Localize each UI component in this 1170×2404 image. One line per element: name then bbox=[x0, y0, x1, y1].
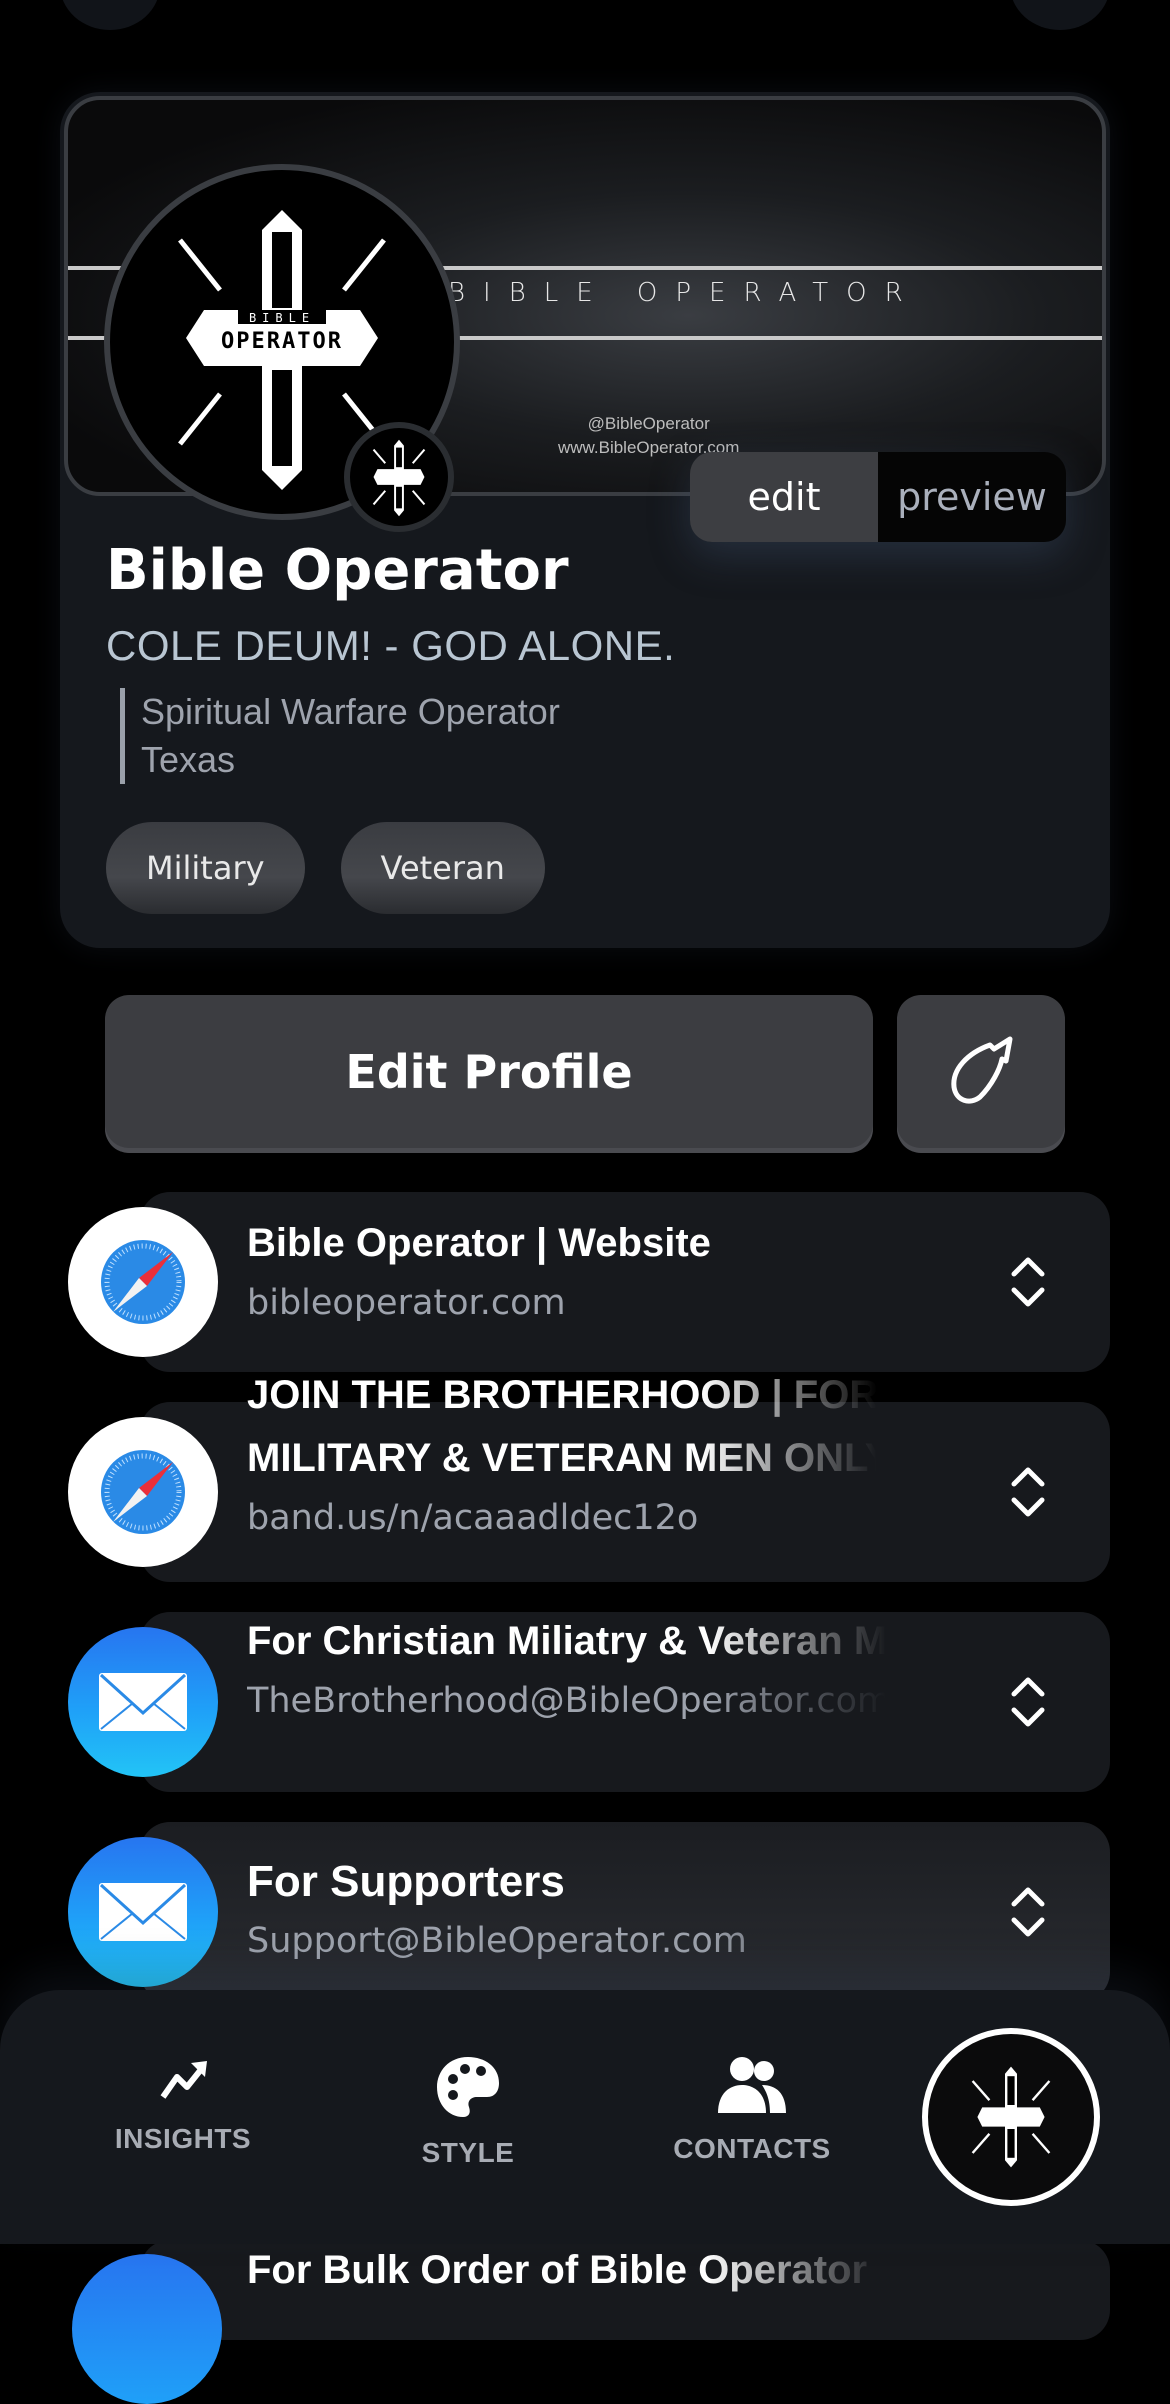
preview-tab[interactable]: preview bbox=[878, 452, 1066, 542]
theme-button[interactable] bbox=[897, 995, 1065, 1148]
reorder-chevrons-icon[interactable] bbox=[1008, 1672, 1048, 1732]
svg-text:OPERATOR: OPERATOR bbox=[221, 329, 343, 354]
edit-profile-button[interactable]: Edit Profile bbox=[105, 995, 873, 1148]
nav-style-label: STYLE bbox=[421, 2137, 515, 2168]
reorder-chevrons-icon[interactable] bbox=[1008, 1882, 1048, 1942]
profile-name: Bible Operator bbox=[106, 538, 569, 603]
leaf-icon bbox=[951, 1036, 1013, 1104]
banner-handle-text: @BibleOperator bbox=[587, 414, 710, 433]
edit-preview-toggle: edit preview bbox=[690, 452, 1066, 542]
mail-icon bbox=[68, 1837, 218, 1987]
safari-icon bbox=[68, 1207, 218, 1357]
link-url: Support@BibleOperator.com bbox=[247, 1921, 747, 1961]
safari-icon bbox=[68, 1417, 218, 1567]
scroll-ghost-left bbox=[60, 0, 160, 30]
link-text: JOIN THE BROTHERHOOD | FOR CHRISTIAN MIL… bbox=[247, 1364, 877, 1546]
link-title: Bible Operator | Website bbox=[247, 1221, 711, 1265]
link-text: For Christian Miliatry & Veteran Men The… bbox=[247, 1610, 887, 1729]
nav-contacts-label: CONTACTS bbox=[673, 2133, 831, 2164]
nav-insights-label: INSIGHTS bbox=[114, 2123, 252, 2154]
bible-operator-logo-icon bbox=[971, 2066, 1051, 2168]
reorder-chevrons-icon[interactable] bbox=[1008, 1462, 1048, 1522]
mail-icon bbox=[72, 2254, 222, 2404]
tag-chip[interactable]: Veteran bbox=[340, 822, 545, 914]
banner-title: BIBLE OPERATOR bbox=[448, 278, 921, 308]
profile-card: BIBLE OPERATOR @BibleOperator www.BibleO… bbox=[60, 92, 1110, 948]
profile-tagline: COLE DEUM! - GOD ALONE. bbox=[106, 622, 676, 669]
link-row[interactable]: Bible Operator | Website bibleoperator.c… bbox=[68, 1192, 1110, 1372]
tag-chip[interactable]: Military bbox=[106, 822, 305, 914]
link-title: JOIN THE BROTHERHOOD | FOR CHRISTIAN MIL… bbox=[247, 1373, 877, 1480]
svg-text:BIBLE: BIBLE bbox=[249, 311, 315, 325]
link-url: band.us/n/acaaadldec12o bbox=[247, 1498, 699, 1538]
bottom-nav: INSIGHTS STYLE CONTACTS bbox=[0, 1990, 1170, 2244]
link-row[interactable]: For Christian Miliatry & Veteran Men The… bbox=[68, 1610, 1110, 1792]
palette-icon bbox=[437, 2057, 499, 2117]
mail-icon bbox=[68, 1627, 218, 1777]
bio-location: Texas bbox=[141, 739, 236, 780]
link-row[interactable]: For Bulk Order of Bible Operator bbox=[72, 2240, 1110, 2404]
link-row[interactable]: JOIN THE BROTHERHOOD | FOR CHRISTIAN MIL… bbox=[68, 1373, 1110, 1582]
nav-style[interactable]: STYLE bbox=[358, 2055, 578, 2169]
bible-operator-mini-logo-icon bbox=[372, 439, 426, 517]
link-title: For Bulk Order of Bible Operator bbox=[247, 2248, 868, 2292]
contacts-icon bbox=[718, 2057, 786, 2113]
link-title: For Supporters bbox=[247, 1857, 565, 1906]
trending-up-icon bbox=[160, 2061, 207, 2099]
link-title: For Christian Miliatry & Veteran Men bbox=[247, 1619, 887, 1663]
edit-tab[interactable]: edit bbox=[690, 452, 878, 542]
profile-bio: Spiritual Warfare Operator Texas bbox=[120, 688, 560, 784]
nav-profile-avatar[interactable] bbox=[922, 2028, 1100, 2206]
link-row[interactable]: For Supporters Support@BibleOperator.com bbox=[68, 1822, 1110, 2002]
reorder-chevrons-icon[interactable] bbox=[1008, 1252, 1048, 1312]
tag-list: Military Veteran bbox=[106, 822, 545, 914]
mini-avatar-badge[interactable] bbox=[344, 422, 454, 532]
link-url: TheBrotherhood@BibleOperator.com bbox=[247, 1681, 887, 1721]
nav-contacts[interactable]: CONTACTS bbox=[642, 2055, 862, 2165]
scroll-ghost-right bbox=[1010, 0, 1110, 30]
bio-role: Spiritual Warfare Operator bbox=[141, 691, 560, 732]
link-text: For Supporters Support@BibleOperator.com bbox=[247, 1850, 887, 1969]
nav-insights[interactable]: INSIGHTS bbox=[73, 2055, 293, 2155]
link-text: Bible Operator | Website bibleoperator.c… bbox=[247, 1212, 887, 1331]
link-url: bibleoperator.com bbox=[247, 1283, 566, 1323]
